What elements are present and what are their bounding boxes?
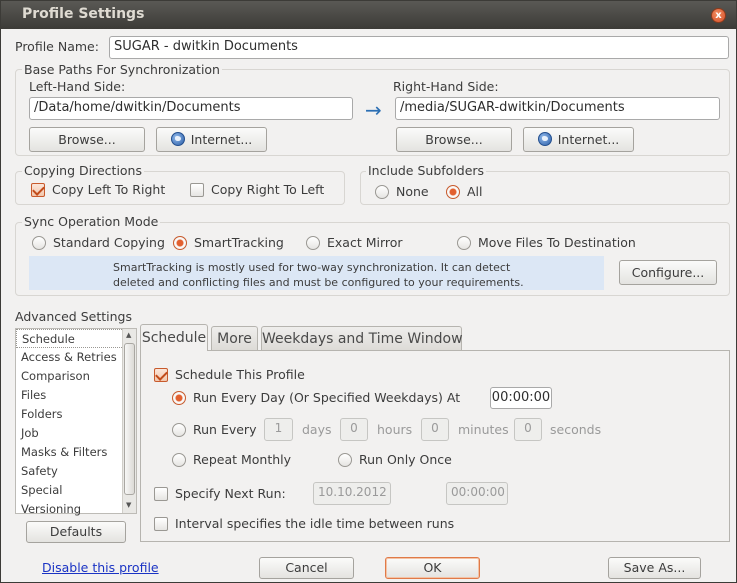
right-internet-label: Internet... [557,132,620,147]
schedule-this-profile-checkbox[interactable] [154,368,168,382]
right-path-field[interactable]: /media/SUGAR-dwitkin/Documents [395,97,720,120]
base-paths-title: Base Paths For Synchronization [22,62,222,77]
repeat-monthly-radio[interactable] [172,453,186,467]
repeat-monthly-label: Repeat Monthly [193,452,292,467]
advanced-settings-title: Advanced Settings [15,309,132,324]
days-field[interactable]: 1 [264,418,293,441]
close-button[interactable]: x [711,8,726,23]
specify-next-run-checkbox[interactable] [154,487,168,501]
scroll-up-icon[interactable]: ▲ [126,331,131,339]
days-label: days [302,422,332,437]
save-as-button[interactable]: Save As... [608,557,701,579]
smarttracking-radio[interactable] [173,236,187,250]
scroll-down-icon[interactable]: ▼ [126,501,131,509]
run-only-once-label: Run Only Once [359,452,452,467]
disable-profile-link[interactable]: Disable this profile [42,560,159,575]
list-item[interactable]: Comparison [16,367,136,386]
list-item[interactable]: Special [16,481,136,500]
cancel-button[interactable]: Cancel [259,557,354,579]
scrollbar-thumb[interactable] [124,343,135,495]
list-item[interactable]: Job [16,424,136,443]
tab-more[interactable]: More [211,326,258,351]
subfolders-none-radio[interactable] [375,185,389,199]
left-internet-label: Internet... [190,132,253,147]
minutes-label: minutes [458,422,509,437]
move-files-radio[interactable] [457,236,471,250]
list-item[interactable]: Masks & Filters [16,443,136,462]
advanced-settings-list: Schedule Access & Retries Comparison Fil… [15,328,137,516]
sync-mode-title: Sync Operation Mode [22,214,161,229]
exact-mirror-label: Exact Mirror [327,235,403,250]
sync-mode-info-line1: SmartTracking is mostly used for two-way… [113,261,511,274]
seconds-field[interactable]: 0 [514,418,542,441]
standard-copying-label: Standard Copying [53,235,165,250]
left-path-field[interactable]: /Data/home/dwitkin/Documents [29,97,353,120]
hours-field[interactable]: 0 [340,418,368,441]
run-only-once-radio[interactable] [338,453,352,467]
run-time-field[interactable]: 00:00:00 [490,387,552,409]
left-internet-button[interactable]: Internet... [156,127,267,152]
globe-icon [537,132,552,146]
profile-settings-window: Profile Settings x Profile Name: SUGAR -… [0,0,737,583]
left-side-label: Left-Hand Side: [29,79,126,94]
interval-idle-label: Interval specifies the idle time between… [175,516,455,531]
globe-icon [170,132,185,146]
copying-directions-title: Copying Directions [22,163,144,178]
ok-button[interactable]: OK [385,557,480,579]
list-item[interactable]: Files [16,386,136,405]
list-item[interactable]: Access & Retries [16,348,136,367]
profile-name-label: Profile Name: [15,39,99,54]
sync-mode-info-line2: deleted and conflicting files and must b… [113,276,524,289]
copy-left-to-right-label: Copy Left To Right [52,182,166,197]
next-run-date-field[interactable]: 10.10.2012 [313,482,391,505]
include-subfolders-title: Include Subfolders [366,163,487,178]
configure-button[interactable]: Configure... [619,260,717,285]
left-browse-button[interactable]: Browse... [29,127,145,152]
subfolders-all-label: All [467,184,483,199]
run-every-day-label: Run Every Day (Or Specified Weekdays) At [193,390,461,405]
run-every-radio[interactable] [172,423,186,437]
minutes-field[interactable]: 0 [421,418,449,441]
copy-right-to-left-checkbox[interactable] [190,183,204,197]
list-scrollbar[interactable]: ▲ ▼ [122,329,136,513]
copy-right-to-left-label: Copy Right To Left [211,182,325,197]
defaults-button[interactable]: Defaults [26,521,126,543]
right-internet-button[interactable]: Internet... [523,127,634,152]
tab-weekdays-time-window[interactable]: Weekdays and Time Window [261,326,463,351]
list-item[interactable]: Versioning [16,500,136,519]
window-title: Profile Settings [22,6,145,22]
run-every-label: Run Every [193,422,257,437]
list-item[interactable]: Folders [16,405,136,424]
title-bar: Profile Settings x [1,1,736,29]
right-browse-button[interactable]: Browse... [396,127,512,152]
smarttracking-label: SmartTracking [194,235,284,250]
specify-next-run-label: Specify Next Run: [175,486,286,501]
run-every-day-radio[interactable] [172,391,186,405]
list-item[interactable]: Safety [16,462,136,481]
standard-copying-radio[interactable] [32,236,46,250]
move-files-label: Move Files To Destination [478,235,636,250]
interval-idle-checkbox[interactable] [154,517,168,531]
subfolders-all-radio[interactable] [446,185,460,199]
hours-label: hours [377,422,413,437]
next-run-time-field[interactable]: 00:00:00 [446,482,508,505]
seconds-label: seconds [550,422,602,437]
schedule-this-profile-label: Schedule This Profile [175,367,305,382]
profile-name-field[interactable]: SUGAR - dwitkin Documents [109,36,729,59]
arrow-right-icon: → [365,98,382,122]
sync-mode-info: SmartTracking is mostly used for two-way… [29,256,604,290]
tab-schedule[interactable]: Schedule [140,324,208,351]
subfolders-none-label: None [396,184,429,199]
list-item[interactable]: Schedule [16,329,136,348]
exact-mirror-radio[interactable] [306,236,320,250]
copy-left-to-right-checkbox[interactable] [31,183,45,197]
right-side-label: Right-Hand Side: [393,79,499,94]
